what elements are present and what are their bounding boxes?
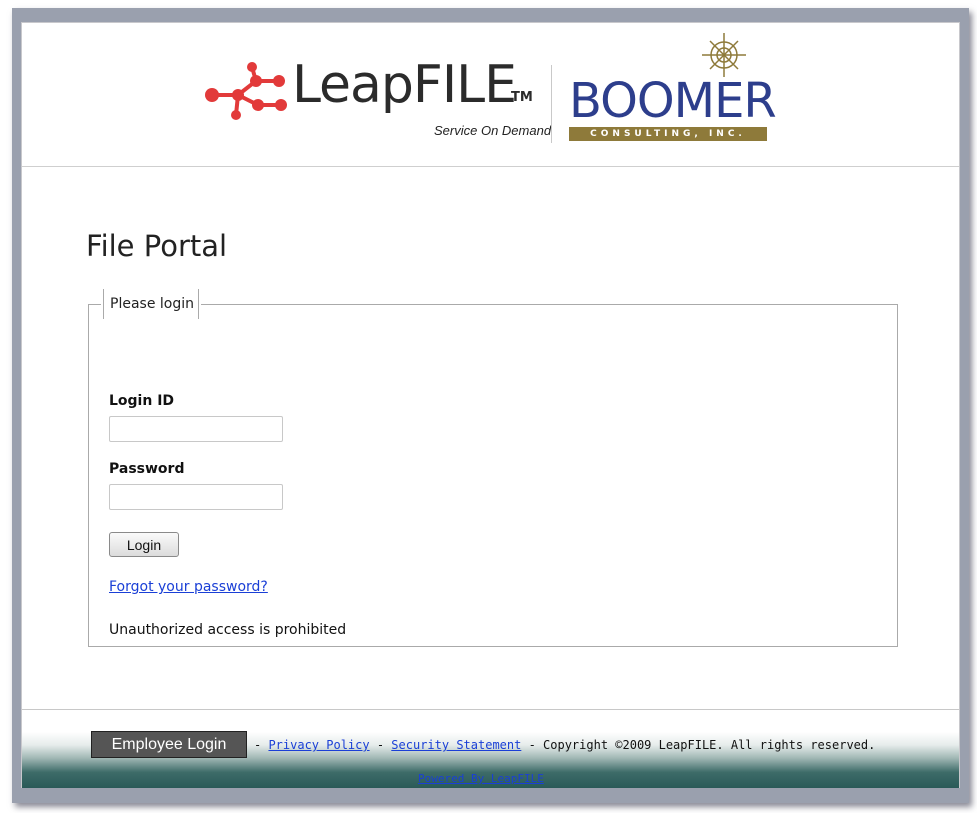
page-title: File Portal (86, 229, 228, 263)
header: LeapFILE TM Service On Demand BOOMER CON… (22, 23, 959, 167)
logo-divider (551, 65, 552, 143)
footer-separator: - (254, 738, 269, 752)
security-statement-link[interactable]: Security Statement (391, 738, 521, 752)
footer-separator: - (369, 738, 392, 752)
boomer-wordmark: BOOMER (569, 73, 777, 129)
powered-by-link[interactable]: Powered By LeapFILE (418, 772, 544, 785)
login-id-input[interactable] (109, 416, 283, 442)
boomer-subtitle: CONSULTING, INC. (569, 127, 767, 141)
login-button[interactable]: Login (109, 532, 179, 557)
page-container: LeapFILE TM Service On Demand BOOMER CON… (21, 22, 960, 788)
privacy-policy-link[interactable]: Privacy Policy (268, 738, 369, 752)
leapfile-tm: TM (511, 90, 533, 105)
forgot-password-link[interactable]: Forgot your password? (109, 579, 268, 595)
password-label: Password (109, 461, 185, 477)
login-box-legend: Please login (101, 289, 201, 319)
leapfile-tagline: Service On Demand (434, 123, 552, 138)
unauthorized-notice: Unauthorized access is prohibited (109, 622, 347, 638)
footer-links: - Privacy Policy - Security Statement - … (254, 738, 875, 752)
login-box-legend-label: Please login (103, 289, 199, 319)
footer: Employee Login - Privacy Policy - Securi… (22, 709, 959, 788)
login-id-label: Login ID (109, 393, 175, 409)
leapfile-wordmark: LeapFILE (292, 55, 517, 115)
leapfile-network-icon (205, 62, 287, 120)
employee-login-button[interactable]: Employee Login (91, 731, 247, 758)
copyright-text: - Copyright ©2009 LeapFILE. All rights r… (521, 738, 876, 752)
password-input[interactable] (109, 484, 283, 510)
login-box: Please login Login ID Password Login For… (88, 289, 898, 647)
logo-bar: LeapFILE TM Service On Demand BOOMER CON… (202, 31, 802, 161)
